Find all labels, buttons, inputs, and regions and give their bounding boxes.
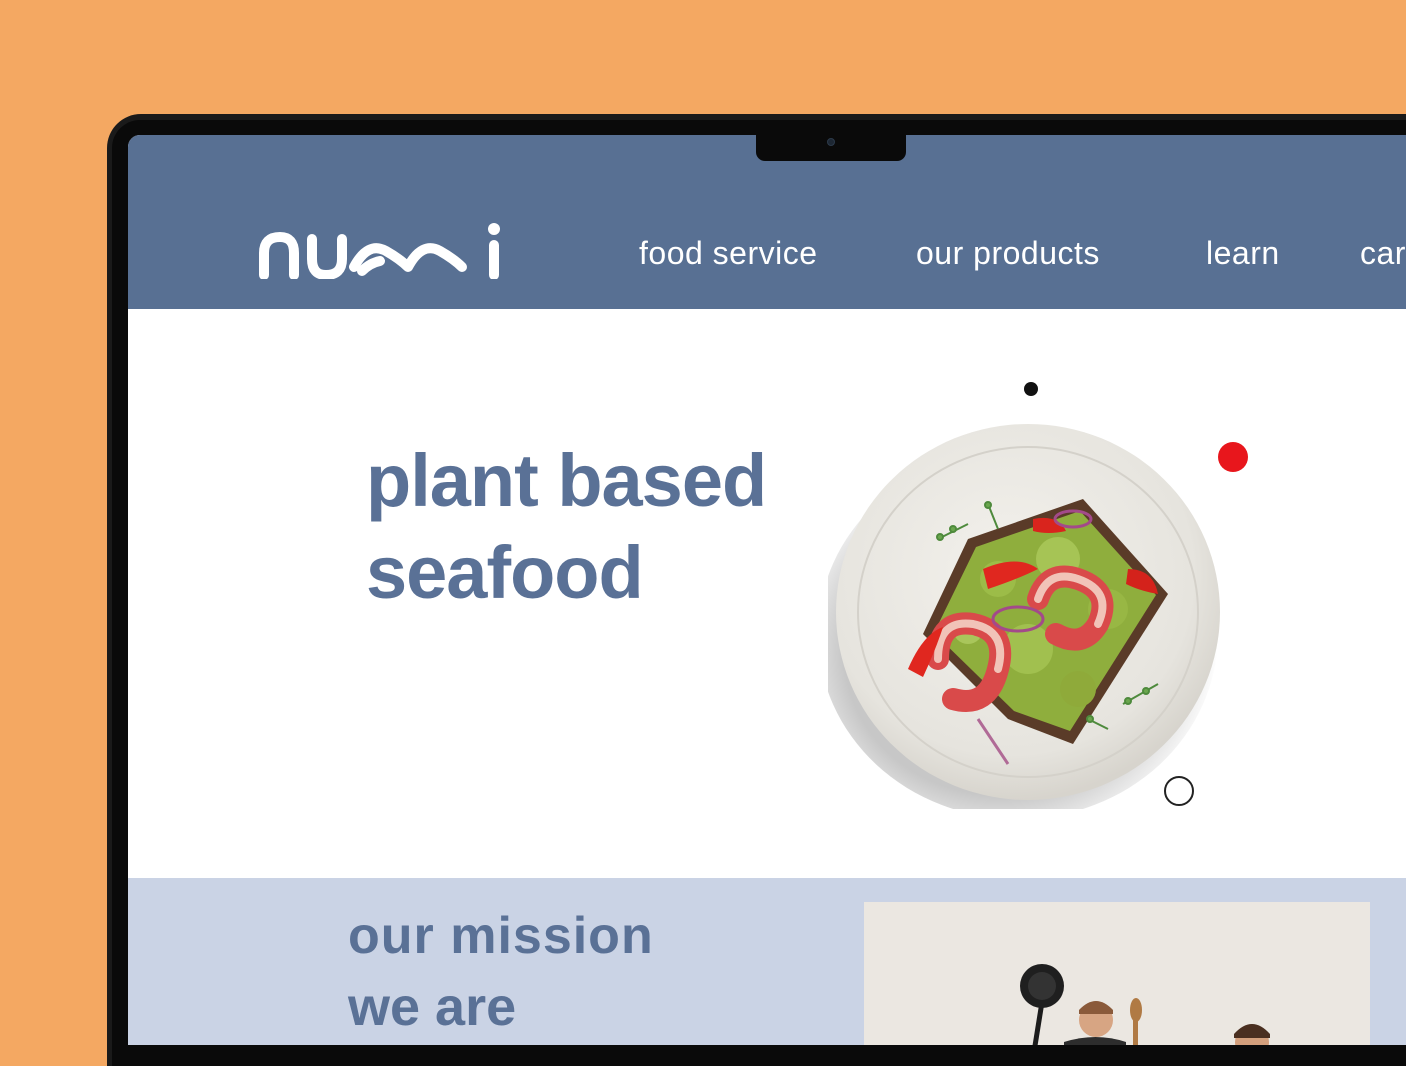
nav-learn[interactable]: learn bbox=[1206, 235, 1280, 272]
laptop-screen: numi food service our products learn car… bbox=[128, 135, 1406, 1045]
decor-dot-black bbox=[1024, 382, 1038, 396]
nav-careers[interactable]: car bbox=[1360, 235, 1406, 272]
hero-title-line1: plant based bbox=[366, 439, 767, 522]
nav-our-products[interactable]: our products bbox=[916, 235, 1100, 272]
hero-title: plant based seafood bbox=[366, 435, 767, 619]
mission-heading: we are bbox=[348, 977, 517, 1037]
hero-food-image bbox=[828, 424, 1220, 809]
webcam-icon bbox=[827, 138, 835, 146]
hero-title-line2: seafood bbox=[366, 531, 644, 614]
team-photo bbox=[864, 902, 1370, 1045]
camera-notch bbox=[756, 135, 906, 161]
mission-subtitle: our mission bbox=[348, 907, 654, 965]
numi-logo[interactable]: numi bbox=[258, 223, 508, 279]
mission-section: our mission we are bbox=[128, 878, 1406, 1045]
nav-food-service[interactable]: food service bbox=[639, 235, 818, 272]
site-header: numi food service our products learn car bbox=[128, 135, 1406, 309]
